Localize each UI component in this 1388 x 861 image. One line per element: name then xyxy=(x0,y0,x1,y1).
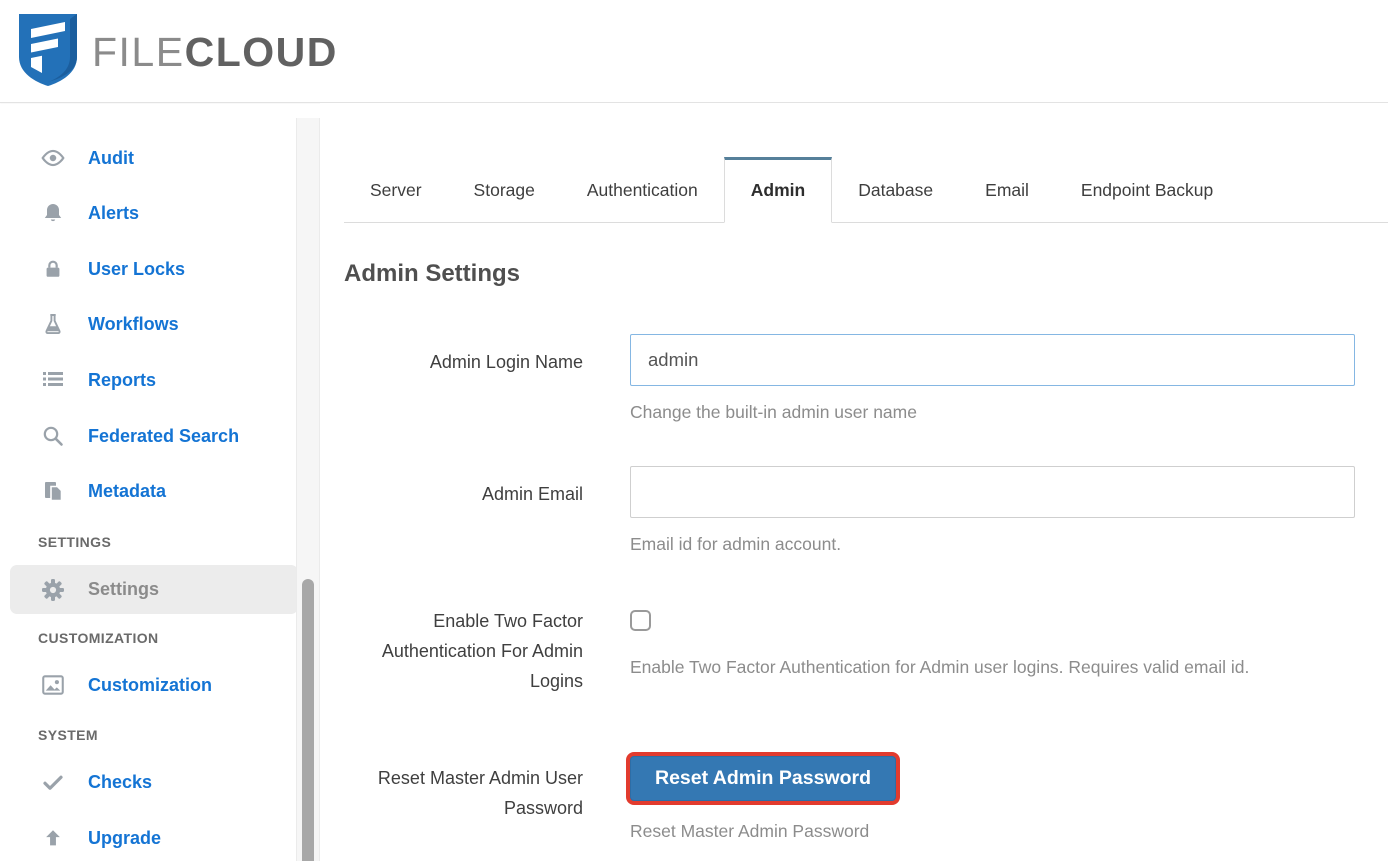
admin-email-input[interactable] xyxy=(630,466,1355,518)
sidebar-item-label: User Locks xyxy=(88,258,186,279)
sidebar-item-label: Federated Search xyxy=(88,425,240,446)
sidebar-item-label: Audit xyxy=(88,147,134,168)
arrow-up-icon xyxy=(40,825,66,851)
search-icon xyxy=(40,423,66,449)
reset-admin-label: Reset Master Admin User Password xyxy=(377,768,583,818)
sidebar-item-alerts[interactable]: Alerts xyxy=(0,191,296,235)
sidebar-item-settings[interactable]: Settings xyxy=(10,565,298,614)
sidebar-nav: Audit Alerts User Locks Workflows Report xyxy=(0,104,320,861)
sidebar-item-label: Workflows xyxy=(88,313,179,334)
sidebar-item-upgrade[interactable]: Upgrade xyxy=(0,816,296,860)
main-content: Server Storage Authentication Admin Data… xyxy=(320,103,1388,861)
admin-email-label: Admin Email xyxy=(481,484,583,504)
admin-login-name-input[interactable] xyxy=(630,334,1355,386)
sidebar-item-label: Metadata xyxy=(88,480,167,501)
sidebar-section-customization: CUSTOMIZATION xyxy=(38,630,159,646)
list-icon xyxy=(40,367,66,393)
tab-database[interactable]: Database xyxy=(832,160,959,222)
sidebar-item-checks[interactable]: Checks xyxy=(0,760,296,804)
documents-icon xyxy=(40,478,66,504)
tab-email[interactable]: Email xyxy=(959,160,1055,222)
sidebar-item-reports[interactable]: Reports xyxy=(0,358,296,402)
sidebar-section-settings: SETTINGS xyxy=(38,534,112,550)
brand-wordmark: FILECLOUD xyxy=(92,28,338,76)
filecloud-admin-page: FILECLOUD Audit Alerts User Locks Workfl… xyxy=(0,0,1388,861)
sidebar-scrollbar-track xyxy=(296,118,320,861)
page-title: Admin Settings xyxy=(344,260,521,287)
sidebar-item-metadata[interactable]: Metadata xyxy=(0,469,296,513)
sidebar-section-system: SYSTEM xyxy=(38,727,98,743)
eye-icon xyxy=(40,145,66,171)
two-factor-checkbox[interactable] xyxy=(630,610,651,631)
two-factor-help: Enable Two Factor Authentication for Adm… xyxy=(630,657,1250,677)
admin-email-help: Email id for admin account. xyxy=(630,534,842,554)
flask-icon xyxy=(40,311,66,337)
reset-admin-help: Reset Master Admin Password xyxy=(630,821,870,841)
settings-tabstrip: Server Storage Authentication Admin Data… xyxy=(344,157,1388,223)
sidebar-scrollbar-thumb[interactable] xyxy=(302,579,314,861)
tab-authentication[interactable]: Authentication xyxy=(561,160,724,222)
check-icon xyxy=(40,769,66,795)
sidebar-item-workflows[interactable]: Workflows xyxy=(0,302,296,346)
image-icon xyxy=(40,672,66,698)
sidebar-item-audit[interactable]: Audit xyxy=(0,136,296,180)
sidebar-item-label: Settings xyxy=(88,579,160,599)
sidebar-item-customization[interactable]: Customization xyxy=(0,663,296,707)
sidebar-item-label: Customization xyxy=(88,674,212,695)
sidebar-item-federated-search[interactable]: Federated Search xyxy=(0,414,296,458)
tab-endpoint-backup[interactable]: Endpoint Backup xyxy=(1055,160,1239,222)
filecloud-logo-icon xyxy=(19,14,77,86)
admin-login-name-label: Admin Login Name xyxy=(429,352,583,372)
admin-login-name-help: Change the built-in admin user name xyxy=(630,402,917,422)
brand-cloud: CLOUD xyxy=(184,29,338,75)
gear-icon xyxy=(40,577,66,603)
sidebar-item-label: Checks xyxy=(88,771,153,792)
bell-icon xyxy=(40,200,66,226)
two-factor-label: Enable Two Factor Authentication For Adm… xyxy=(381,611,583,691)
sidebar-item-user-locks[interactable]: User Locks xyxy=(0,247,296,291)
tab-admin[interactable]: Admin xyxy=(723,157,833,223)
tab-storage[interactable]: Storage xyxy=(448,160,561,222)
app-header: FILECLOUD xyxy=(0,0,1388,103)
sidebar-item-label: Upgrade xyxy=(88,827,162,848)
tab-server[interactable]: Server xyxy=(344,160,448,222)
sidebar-item-label: Alerts xyxy=(88,202,140,223)
reset-admin-password-button[interactable]: Reset Admin Password xyxy=(630,756,897,801)
sidebar-item-label: Reports xyxy=(88,369,157,390)
brand-file: FILE xyxy=(92,29,185,75)
lock-icon xyxy=(40,256,66,282)
